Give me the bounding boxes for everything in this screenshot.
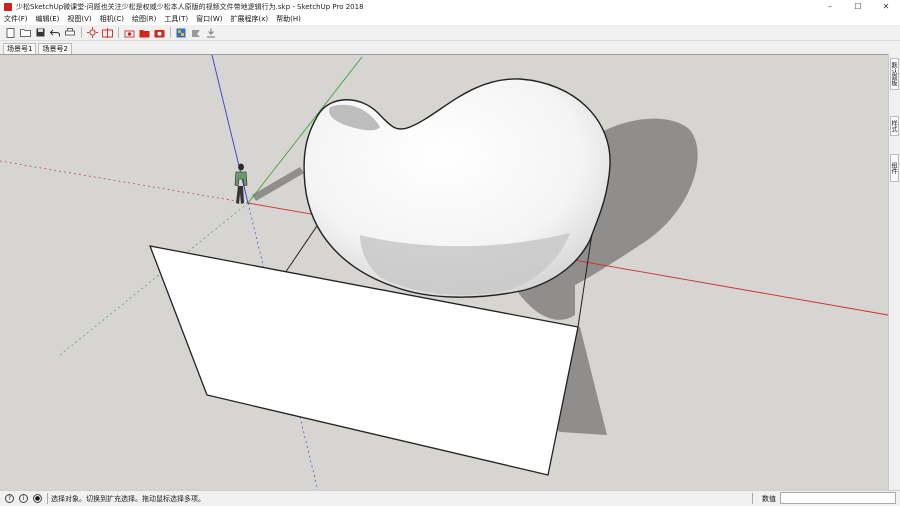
default-tray: 默认面板 样式 组件 <box>888 54 900 490</box>
components-folder-icon[interactable] <box>138 27 150 39</box>
scene-tab-bar: 场景号1 场景号2 <box>0 41 900 54</box>
scale-figure[interactable] <box>234 163 248 204</box>
status-separator <box>47 493 48 504</box>
credits-icon[interactable]: i <box>19 494 28 503</box>
menu-draw[interactable]: 绘图(R) <box>128 14 160 24</box>
section-plane-icon[interactable] <box>101 27 113 39</box>
menu-tools[interactable]: 工具(T) <box>160 14 192 24</box>
minimize-button[interactable]: – <box>816 0 844 13</box>
axis-red-dotted <box>0 160 249 204</box>
status-message: 选择对象。切换到扩充选择。拖动鼠标选择多项。 <box>51 494 205 503</box>
geo-location-icon[interactable]: ? <box>5 494 14 503</box>
figure-shadow <box>252 167 304 201</box>
scene-tab-1[interactable]: 场景号1 <box>3 43 37 54</box>
warehouse-icon[interactable] <box>123 27 135 39</box>
window-controls: – ☐ ✕ <box>816 0 900 13</box>
download-icon[interactable] <box>205 27 217 39</box>
camera-icon[interactable] <box>153 27 165 39</box>
maximize-button[interactable]: ☐ <box>844 0 872 13</box>
toolbar-separator <box>118 27 119 38</box>
status-separator <box>752 493 753 504</box>
print-icon[interactable] <box>64 27 76 39</box>
toolbar-separator <box>81 27 82 38</box>
scene-tab-2[interactable]: 场景号2 <box>38 43 72 54</box>
tray-tab-styles[interactable]: 样式 <box>890 116 899 136</box>
menu-window[interactable]: 窗口(W) <box>192 14 226 24</box>
undo-icon[interactable] <box>49 27 61 39</box>
model-scene[interactable] <box>0 55 888 491</box>
close-button[interactable]: ✕ <box>872 0 900 13</box>
menu-file[interactable]: 文件(F) <box>0 14 32 24</box>
save-icon[interactable] <box>34 27 46 39</box>
tray-tab-components[interactable]: 组件 <box>890 154 899 182</box>
menu-extensions[interactable]: 扩展程序(x) <box>226 14 272 24</box>
menu-view[interactable]: 视图(V) <box>63 14 95 24</box>
user-account-icon[interactable]: ● <box>33 494 42 503</box>
menu-help[interactable]: 帮助(H) <box>272 14 305 24</box>
menu-camera[interactable]: 相机(C) <box>96 14 128 24</box>
toolbar-separator <box>170 27 171 38</box>
send-to-layout-icon[interactable] <box>190 27 202 39</box>
model-viewport[interactable] <box>0 54 888 491</box>
open-folder-icon[interactable] <box>19 27 31 39</box>
axis-blue <box>211 55 249 204</box>
menu-edit[interactable]: 编辑(E) <box>32 14 64 24</box>
tray-tab-default[interactable]: 默认面板 <box>890 58 899 90</box>
new-file-icon[interactable] <box>4 27 16 39</box>
shadow-settings-icon[interactable] <box>86 27 98 39</box>
measurements-input[interactable] <box>780 492 896 504</box>
measurements-label: 数值 <box>762 495 776 503</box>
extension-warehouse-icon[interactable] <box>175 27 187 39</box>
menu-bar: 文件(F) 编辑(E) 视图(V) 相机(C) 绘图(R) 工具(T) 窗口(W… <box>0 13 900 25</box>
status-bar: ? i ● 选择对象。切换到扩充选择。拖动鼠标选择多项。 数值 <box>0 490 900 506</box>
title-bar: 少松SketchUp微课堂-问题也关注少松是权威少松本人原版的视频文件带地逻辑行… <box>0 0 900 13</box>
toolbar <box>0 25 900 41</box>
window-title: 少松SketchUp微课堂-问题也关注少松是权威少松本人原版的视频文件带地逻辑行… <box>16 2 364 11</box>
sketchup-logo-icon <box>4 2 12 11</box>
